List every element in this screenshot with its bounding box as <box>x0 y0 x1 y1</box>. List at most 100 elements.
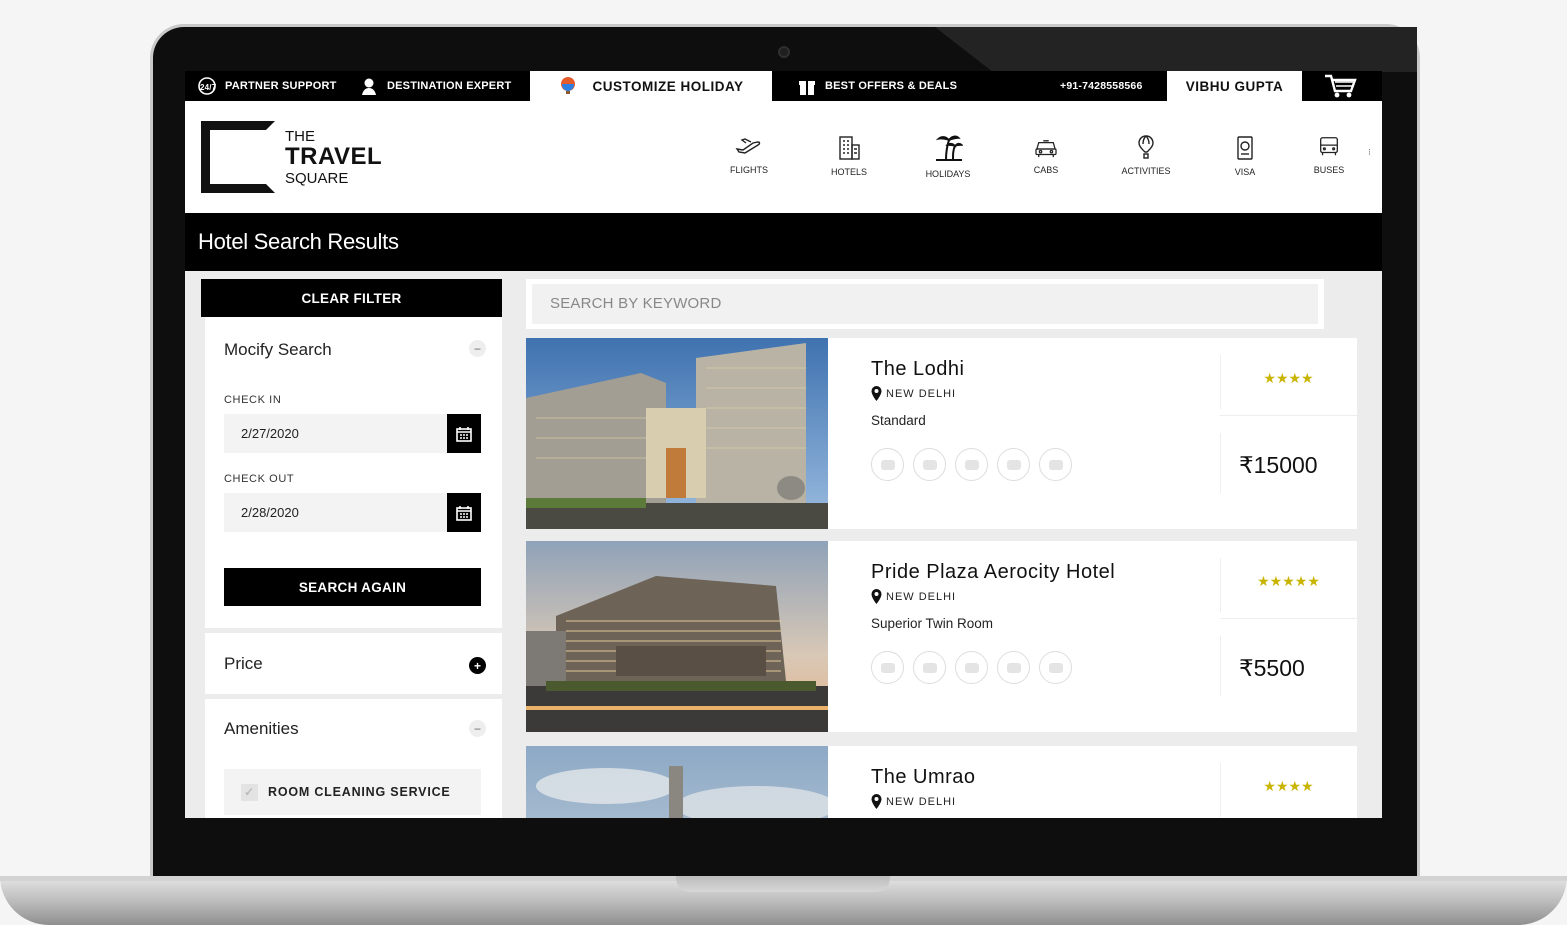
nav-activities[interactable]: ACTIVITIES <box>1111 134 1181 176</box>
hotel-name[interactable]: The Umrao <box>871 766 976 789</box>
collapse-modify-search-icon[interactable]: − <box>469 340 486 357</box>
hotel-name[interactable]: Pride Plaza Aerocity Hotel <box>871 561 1115 584</box>
pool-icon <box>1039 448 1072 481</box>
site-logo[interactable]: THE TRAVEL SQUARE <box>201 121 391 193</box>
logo-line-3: SQUARE <box>285 170 349 187</box>
nav-buses-label: BUSES <box>1313 165 1345 175</box>
check-in-value: 2/27/2020 <box>241 426 299 441</box>
star-rating: ★★★★ <box>1263 370 1314 386</box>
balloon-icon <box>1138 135 1154 159</box>
check-in-field[interactable]: 2/27/2020 <box>224 414 481 453</box>
svg-text:24/7: 24/7 <box>200 83 217 92</box>
calendar-icon <box>456 426 472 442</box>
dining-icon <box>913 448 946 481</box>
hotel-location-label: NEW DELHI <box>886 387 957 400</box>
plane-icon <box>735 138 761 154</box>
hotel-card[interactable]: Pride Plaza Aerocity Hotel NEW DELHI Sup… <box>526 541 1357 732</box>
modify-search-title[interactable]: Mocify Search <box>205 340 332 360</box>
hotel-location: NEW DELHI <box>871 589 956 604</box>
nav-hotels[interactable]: HOTELS <box>814 135 884 177</box>
logo-line-2: TRAVEL <box>285 143 383 170</box>
check-in-calendar-button[interactable] <box>447 414 481 453</box>
customize-holiday-tab[interactable]: CUSTOMIZE HOLIDAY <box>530 71 772 101</box>
check-in-label: CHECK IN <box>224 394 282 406</box>
phone-number[interactable]: +91-7428558566 <box>1060 71 1143 101</box>
logo-text: THE TRAVEL SQUARE <box>285 129 382 186</box>
room-type: Superior Twin Room <box>871 616 994 631</box>
nav-overflow-indicator: ⁝ <box>1368 147 1371 157</box>
destination-expert-label: DESTINATION EXPERT <box>387 80 512 92</box>
nav-cabs[interactable]: CABS <box>1011 139 1081 175</box>
hotel-location-label: NEW DELHI <box>886 795 957 808</box>
logo-frame-icon <box>201 121 275 193</box>
customize-holiday-label: CUSTOMIZE HOLIDAY <box>592 78 744 94</box>
screen: 24/7 PARTNER SUPPORT DESTINATION EXPERT … <box>185 71 1382 818</box>
dining-icon <box>913 651 946 684</box>
amenity-option-label: ROOM CLEANING SERVICE <box>268 785 451 799</box>
nav-hotels-label: HOTELS <box>830 167 867 177</box>
keyword-search-input[interactable]: SEARCH BY KEYWORD <box>532 284 1318 324</box>
best-offers-label: BEST OFFERS & DEALS <box>825 80 958 92</box>
support-247-icon: 24/7 <box>198 77 217 95</box>
calendar-icon <box>456 505 472 521</box>
hotel-image[interactable] <box>526 746 828 818</box>
price-filter-title[interactable]: Price <box>205 654 263 674</box>
best-offers-link[interactable]: BEST OFFERS & DEALS <box>797 71 957 101</box>
room-type: Standard <box>871 413 926 428</box>
hotel-photo-umrao <box>526 746 828 818</box>
hotel-location: NEW DELHI <box>871 386 956 401</box>
hotel-name[interactable]: The Lodhi <box>871 358 964 381</box>
check-out-calendar-button[interactable] <box>447 493 481 532</box>
expert-headset-icon <box>362 78 376 95</box>
top-bar: 24/7 PARTNER SUPPORT DESTINATION EXPERT … <box>185 71 1382 101</box>
car-icon <box>1035 140 1057 158</box>
card-divider <box>1220 618 1357 619</box>
gift-icon <box>799 81 815 95</box>
amenities-filter-title[interactable]: Amenities <box>205 719 299 739</box>
nav-visa[interactable]: VISA <box>1210 135 1280 177</box>
user-name[interactable]: VIBHU GUPTA <box>1167 71 1302 101</box>
shopping-cart-icon <box>1325 74 1357 98</box>
hotel-price: ₹5500 <box>1239 655 1305 681</box>
hotel-image[interactable] <box>526 338 828 529</box>
check-out-label: CHECK OUT <box>224 473 295 485</box>
clear-filter-button[interactable]: CLEAR FILTER <box>201 279 502 317</box>
amenity-checkbox[interactable]: ✓ <box>241 783 258 801</box>
nav-activities-label: ACTIVITIES <box>1121 166 1171 176</box>
destination-expert-link[interactable]: DESTINATION EXPERT <box>359 71 511 101</box>
pool-icon <box>1039 651 1072 684</box>
nav-buses[interactable]: BUSES <box>1294 135 1364 175</box>
nav-flights[interactable]: FLIGHTS <box>714 133 784 175</box>
amenity-icons <box>871 651 1072 684</box>
filter-sidebar: CLEAR FILTER Mocify Search − CHECK IN 2/… <box>201 279 502 818</box>
cart-button[interactable] <box>1323 71 1357 101</box>
laptop-notch <box>676 876 890 892</box>
laptop-bezel-reflection <box>935 27 1417 72</box>
star-rating: ★★★★★ <box>1257 573 1320 589</box>
nav-holidays-label: HOLIDAYS <box>925 169 971 179</box>
hotel-price: ₹15000 <box>1239 452 1318 478</box>
hotel-image[interactable] <box>526 541 828 732</box>
hotel-photo-lodhi <box>526 338 828 529</box>
nav-visa-label: VISA <box>1234 167 1256 177</box>
palm-tree-icon <box>935 135 963 161</box>
map-pin-icon <box>871 589 882 604</box>
amenities-filter-panel: Amenities − ✓ ROOM CLEANING SERVICE <box>205 699 502 818</box>
hotel-card[interactable]: The Umrao NEW DELHI ★★★★ <box>526 746 1357 818</box>
wifi-icon <box>871 448 904 481</box>
gym-icon <box>997 448 1030 481</box>
expand-price-icon[interactable]: + <box>469 657 486 674</box>
search-again-button[interactable]: SEARCH AGAIN <box>224 568 481 606</box>
passport-icon <box>1237 136 1253 160</box>
webcam-icon <box>778 46 790 58</box>
collapse-amenities-icon[interactable]: − <box>469 720 486 737</box>
amenity-option[interactable]: ✓ ROOM CLEANING SERVICE <box>224 769 481 815</box>
check-out-field[interactable]: 2/28/2020 <box>224 493 481 532</box>
star-rating: ★★★★ <box>1263 778 1314 794</box>
nav-holidays[interactable]: HOLIDAYS <box>913 131 983 179</box>
check-out-value: 2/28/2020 <box>241 505 299 520</box>
site-header: THE TRAVEL SQUARE FLIGHTS HOTELS HOLIDAY… <box>185 101 1382 213</box>
partner-support-link[interactable]: 24/7 PARTNER SUPPORT <box>197 71 337 101</box>
card-divider <box>1220 415 1357 416</box>
hotel-card[interactable]: The Lodhi NEW DELHI Standard ★★★★ ₹15000 <box>526 338 1357 529</box>
